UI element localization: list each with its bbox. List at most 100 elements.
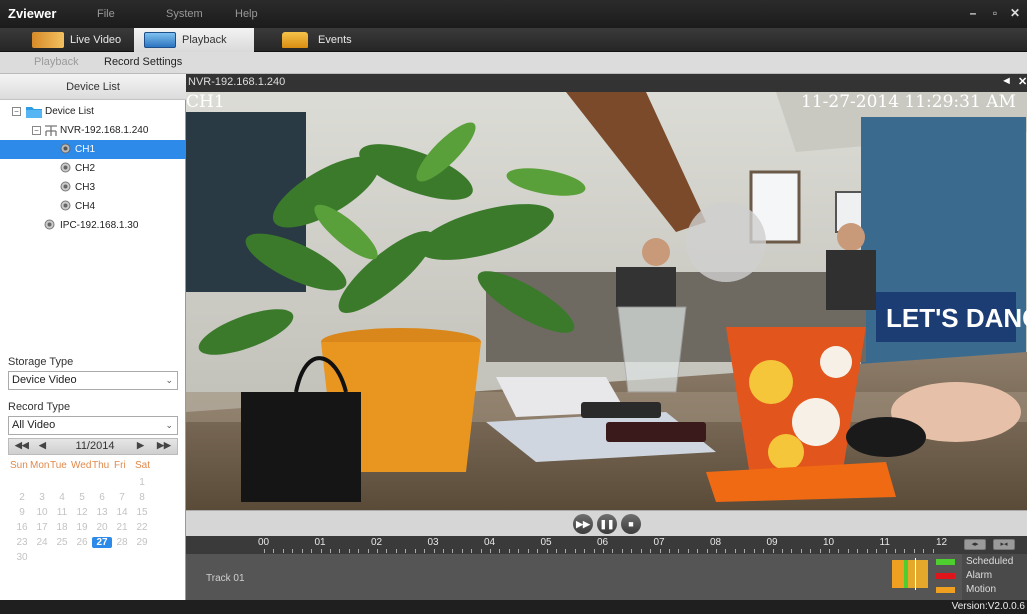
ruler-tick — [791, 549, 793, 553]
close-video-icon[interactable]: ✕ — [1018, 75, 1027, 88]
calendar-day[interactable]: 13 — [92, 507, 112, 518]
calendar-day[interactable]: 11 — [52, 507, 72, 518]
storage-type-select[interactable]: Device Video ⌄ — [8, 371, 178, 390]
calendar-day[interactable]: 7 — [112, 492, 132, 503]
calendar-day[interactable]: 17 — [32, 522, 52, 533]
calendar-day[interactable]: 14 — [112, 507, 132, 518]
ruler-tick — [885, 549, 887, 553]
ruler-tick — [876, 549, 877, 553]
legend-label: Motion — [966, 584, 997, 595]
timeline[interactable]: 00 01 02 03 04 05 06 07 08 09 10 11 12 ◂▸ ▸◂ Track 0… — [186, 536, 1027, 600]
calendar-day[interactable]: 22 — [132, 522, 152, 533]
calendar-day[interactable]: 6 — [92, 492, 112, 503]
pause-icon[interactable]: ❚❚ — [597, 514, 617, 534]
device-panel: Device List − Device List − NVR-192.168.… — [0, 74, 186, 614]
calendar-nav: ◀◀ ◀ 11/2014 ▶ ▶▶ — [8, 438, 178, 455]
minimize-icon[interactable]: – — [966, 6, 980, 20]
ruler-tick — [894, 549, 896, 553]
calendar-day[interactable]: 5 — [72, 492, 92, 503]
ruler-tick — [621, 549, 623, 553]
track-row[interactable]: Track 01 — [186, 554, 962, 600]
subtab-record-settings[interactable]: Record Settings — [104, 56, 182, 68]
menu-file[interactable]: File — [97, 8, 115, 20]
calendar-day[interactable]: 2 — [12, 492, 32, 503]
calendar-day[interactable]: 20 — [92, 522, 112, 533]
tree-channel-ch1[interactable]: CH1 — [0, 140, 186, 159]
calendar-day[interactable]: 21 — [112, 522, 132, 533]
camera-icon — [60, 181, 71, 192]
video-view[interactable]: LET'S DANCE — [186, 92, 1027, 510]
calendar-day[interactable]: 28 — [112, 537, 132, 548]
calendar-day[interactable]: 27 — [92, 537, 112, 548]
folder-icon — [282, 32, 308, 48]
tab-events[interactable]: Events — [270, 28, 380, 52]
timestamp-overlay: 11-27-2014 11:29:31 AM — [801, 92, 1016, 112]
ruler-tick — [781, 549, 783, 553]
close-icon[interactable]: ✕ — [1008, 6, 1022, 20]
collapse-icon[interactable]: − — [12, 107, 21, 116]
calendar-day[interactable]: 26 — [72, 537, 92, 548]
stop-icon[interactable]: ■ — [621, 514, 641, 534]
prev-month-icon[interactable]: ◀ — [39, 440, 46, 451]
collapse-icon[interactable]: − — [32, 126, 41, 135]
calendar-day[interactable]: 18 — [52, 522, 72, 533]
calendar-day[interactable]: 1 — [132, 477, 152, 488]
ruler-tick — [273, 549, 275, 553]
calendar-day[interactable]: 8 — [132, 492, 152, 503]
calendar-day[interactable]: 23 — [12, 537, 32, 548]
ruler-tick — [772, 549, 774, 553]
calendar-day[interactable]: 4 — [52, 492, 72, 503]
legend-swatch — [936, 573, 955, 579]
calendar-day[interactable]: 12 — [72, 507, 92, 518]
ruler-tick — [452, 549, 454, 553]
record-type-select[interactable]: All Video ⌄ — [8, 416, 178, 435]
hour-label: 11 — [879, 537, 890, 548]
subtab-playback[interactable]: Playback — [34, 56, 79, 68]
fast-forward-icon[interactable]: ▶▶ — [573, 514, 593, 534]
storage-type-value: Device Video — [12, 374, 77, 386]
film-icon — [144, 32, 176, 48]
time-ruler[interactable]: 00 01 02 03 04 05 06 07 08 09 10 11 12 — [186, 536, 1027, 554]
calendar-day[interactable]: 15 — [132, 507, 152, 518]
calendar-day[interactable]: 16 — [12, 522, 32, 533]
calendar-day[interactable]: 9 — [12, 507, 32, 518]
sub-tab-bar: Playback Record Settings — [0, 52, 1027, 74]
tree-root[interactable]: − Device List — [0, 102, 186, 121]
title-bar: Zviewer File System Help – ▫ ✕ — [0, 0, 1027, 28]
calendar-day[interactable]: 30 — [12, 552, 32, 563]
next-month-icon[interactable]: ▶ — [137, 440, 144, 451]
tree-label: CH2 — [75, 163, 96, 174]
restore-icon[interactable]: ▫ — [988, 6, 1002, 20]
tree-channel-ch4[interactable]: CH4 — [0, 197, 186, 216]
calendar-day[interactable]: 24 — [32, 537, 52, 548]
zoom-out-icon[interactable]: ▸◂ — [993, 539, 1015, 550]
tree-label: IPC-192.168.1.30 — [60, 220, 139, 231]
tab-label: Playback — [182, 34, 227, 46]
playhead[interactable] — [915, 558, 916, 590]
motion-record-segment[interactable] — [892, 560, 904, 588]
tab-live-video[interactable]: Live Video — [22, 28, 134, 52]
menu-help[interactable]: Help — [235, 8, 258, 20]
ruler-tick — [301, 549, 303, 553]
calendar-day[interactable]: 3 — [32, 492, 52, 503]
tree-ipc[interactable]: IPC-192.168.1.30 — [0, 216, 186, 235]
speaker-icon[interactable]: ◄ — [1001, 75, 1012, 87]
calendar-month: 11/2014 — [75, 440, 115, 452]
tab-playback[interactable]: Playback — [134, 28, 254, 52]
hour-label: 01 — [314, 537, 326, 548]
ruler-tick — [405, 549, 407, 553]
ruler-tick — [725, 549, 727, 553]
main-tab-bar: Live Video Playback Events — [0, 28, 1027, 52]
menu-system[interactable]: System — [166, 8, 203, 20]
tree-channel-ch2[interactable]: CH2 — [0, 159, 186, 178]
calendar-day[interactable]: 19 — [72, 522, 92, 533]
calendar-day[interactable]: 29 — [132, 537, 152, 548]
tree-channel-ch3[interactable]: CH3 — [0, 178, 186, 197]
tree-nvr[interactable]: − NVR-192.168.1.240 — [0, 121, 186, 140]
calendar-day[interactable]: 10 — [32, 507, 52, 518]
next-year-icon[interactable]: ▶▶ — [157, 440, 171, 451]
zoom-in-icon[interactable]: ◂▸ — [964, 539, 986, 550]
motion-record-segment[interactable] — [908, 560, 928, 588]
calendar-day[interactable]: 25 — [52, 537, 72, 548]
prev-year-icon[interactable]: ◀◀ — [15, 440, 29, 451]
